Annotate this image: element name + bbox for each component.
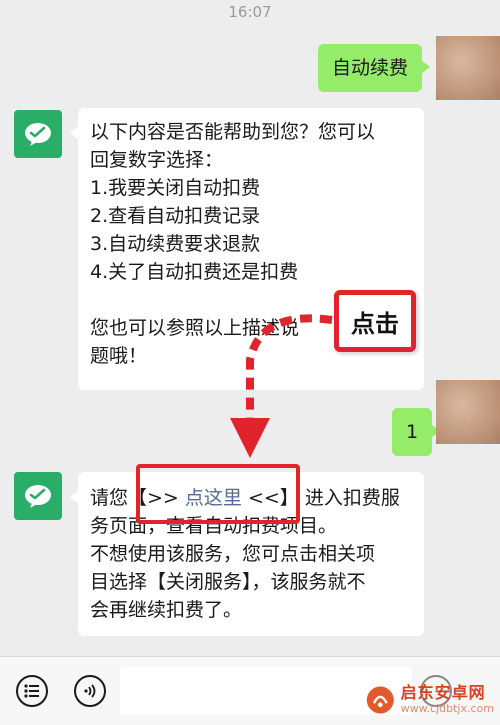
menu-option-2: 2.查看自动扣费记录 (90, 205, 261, 227)
message-line: 不想使用该服务，您可点击相关项 (90, 543, 376, 565)
bot-avatar[interactable] (14, 472, 62, 520)
callout-label: 点击 (351, 309, 399, 338)
menu-list-button[interactable] (16, 675, 48, 707)
voice-wave-icon (84, 684, 96, 698)
message-line: 以下内容是否能帮助到您？您可以 (90, 121, 376, 143)
self-message-bubble[interactable]: 1 (392, 408, 441, 456)
watermark-url: www.cjdbtjx.com (400, 702, 494, 715)
wechat-logo-icon (25, 123, 51, 146)
message-line: 回复数字选择： (90, 149, 224, 171)
self-avatar[interactable] (436, 36, 500, 100)
bot-avatar[interactable] (14, 110, 62, 158)
click-callout: 点击 (334, 290, 416, 352)
menu-option-3: 3.自动续费要求退款 (90, 233, 261, 255)
message-text: 请您 (90, 487, 129, 509)
menu-option-4: 4.关了自动扣费还是扣费 (90, 261, 299, 283)
message-timestamp: 16:07 (228, 3, 272, 21)
message-line: 目选择【关闭服务】，该服务就不 (90, 571, 366, 593)
list-icon (24, 684, 39, 698)
message-line: 会再继续扣费了。 (90, 599, 243, 621)
self-message-bubble[interactable]: 自动续费 (318, 44, 431, 92)
self-avatar[interactable] (436, 380, 500, 444)
watermark-title: 启东安卓网 (400, 683, 486, 702)
voice-button[interactable] (74, 675, 106, 707)
message-text: 自动续费 (332, 57, 409, 79)
wechat-logo-icon (25, 485, 51, 508)
link-highlight-box (136, 464, 300, 524)
watermark-logo-icon (366, 686, 394, 714)
message-text: 1 (406, 421, 419, 443)
menu-option-1: 1.我要关闭自动扣费 (90, 177, 261, 199)
message-text: 进入扣费服 (304, 487, 400, 509)
dashed-arrow-icon (230, 314, 333, 458)
watermark: 启东安卓网 www.cjdbtjx.com (366, 680, 494, 720)
